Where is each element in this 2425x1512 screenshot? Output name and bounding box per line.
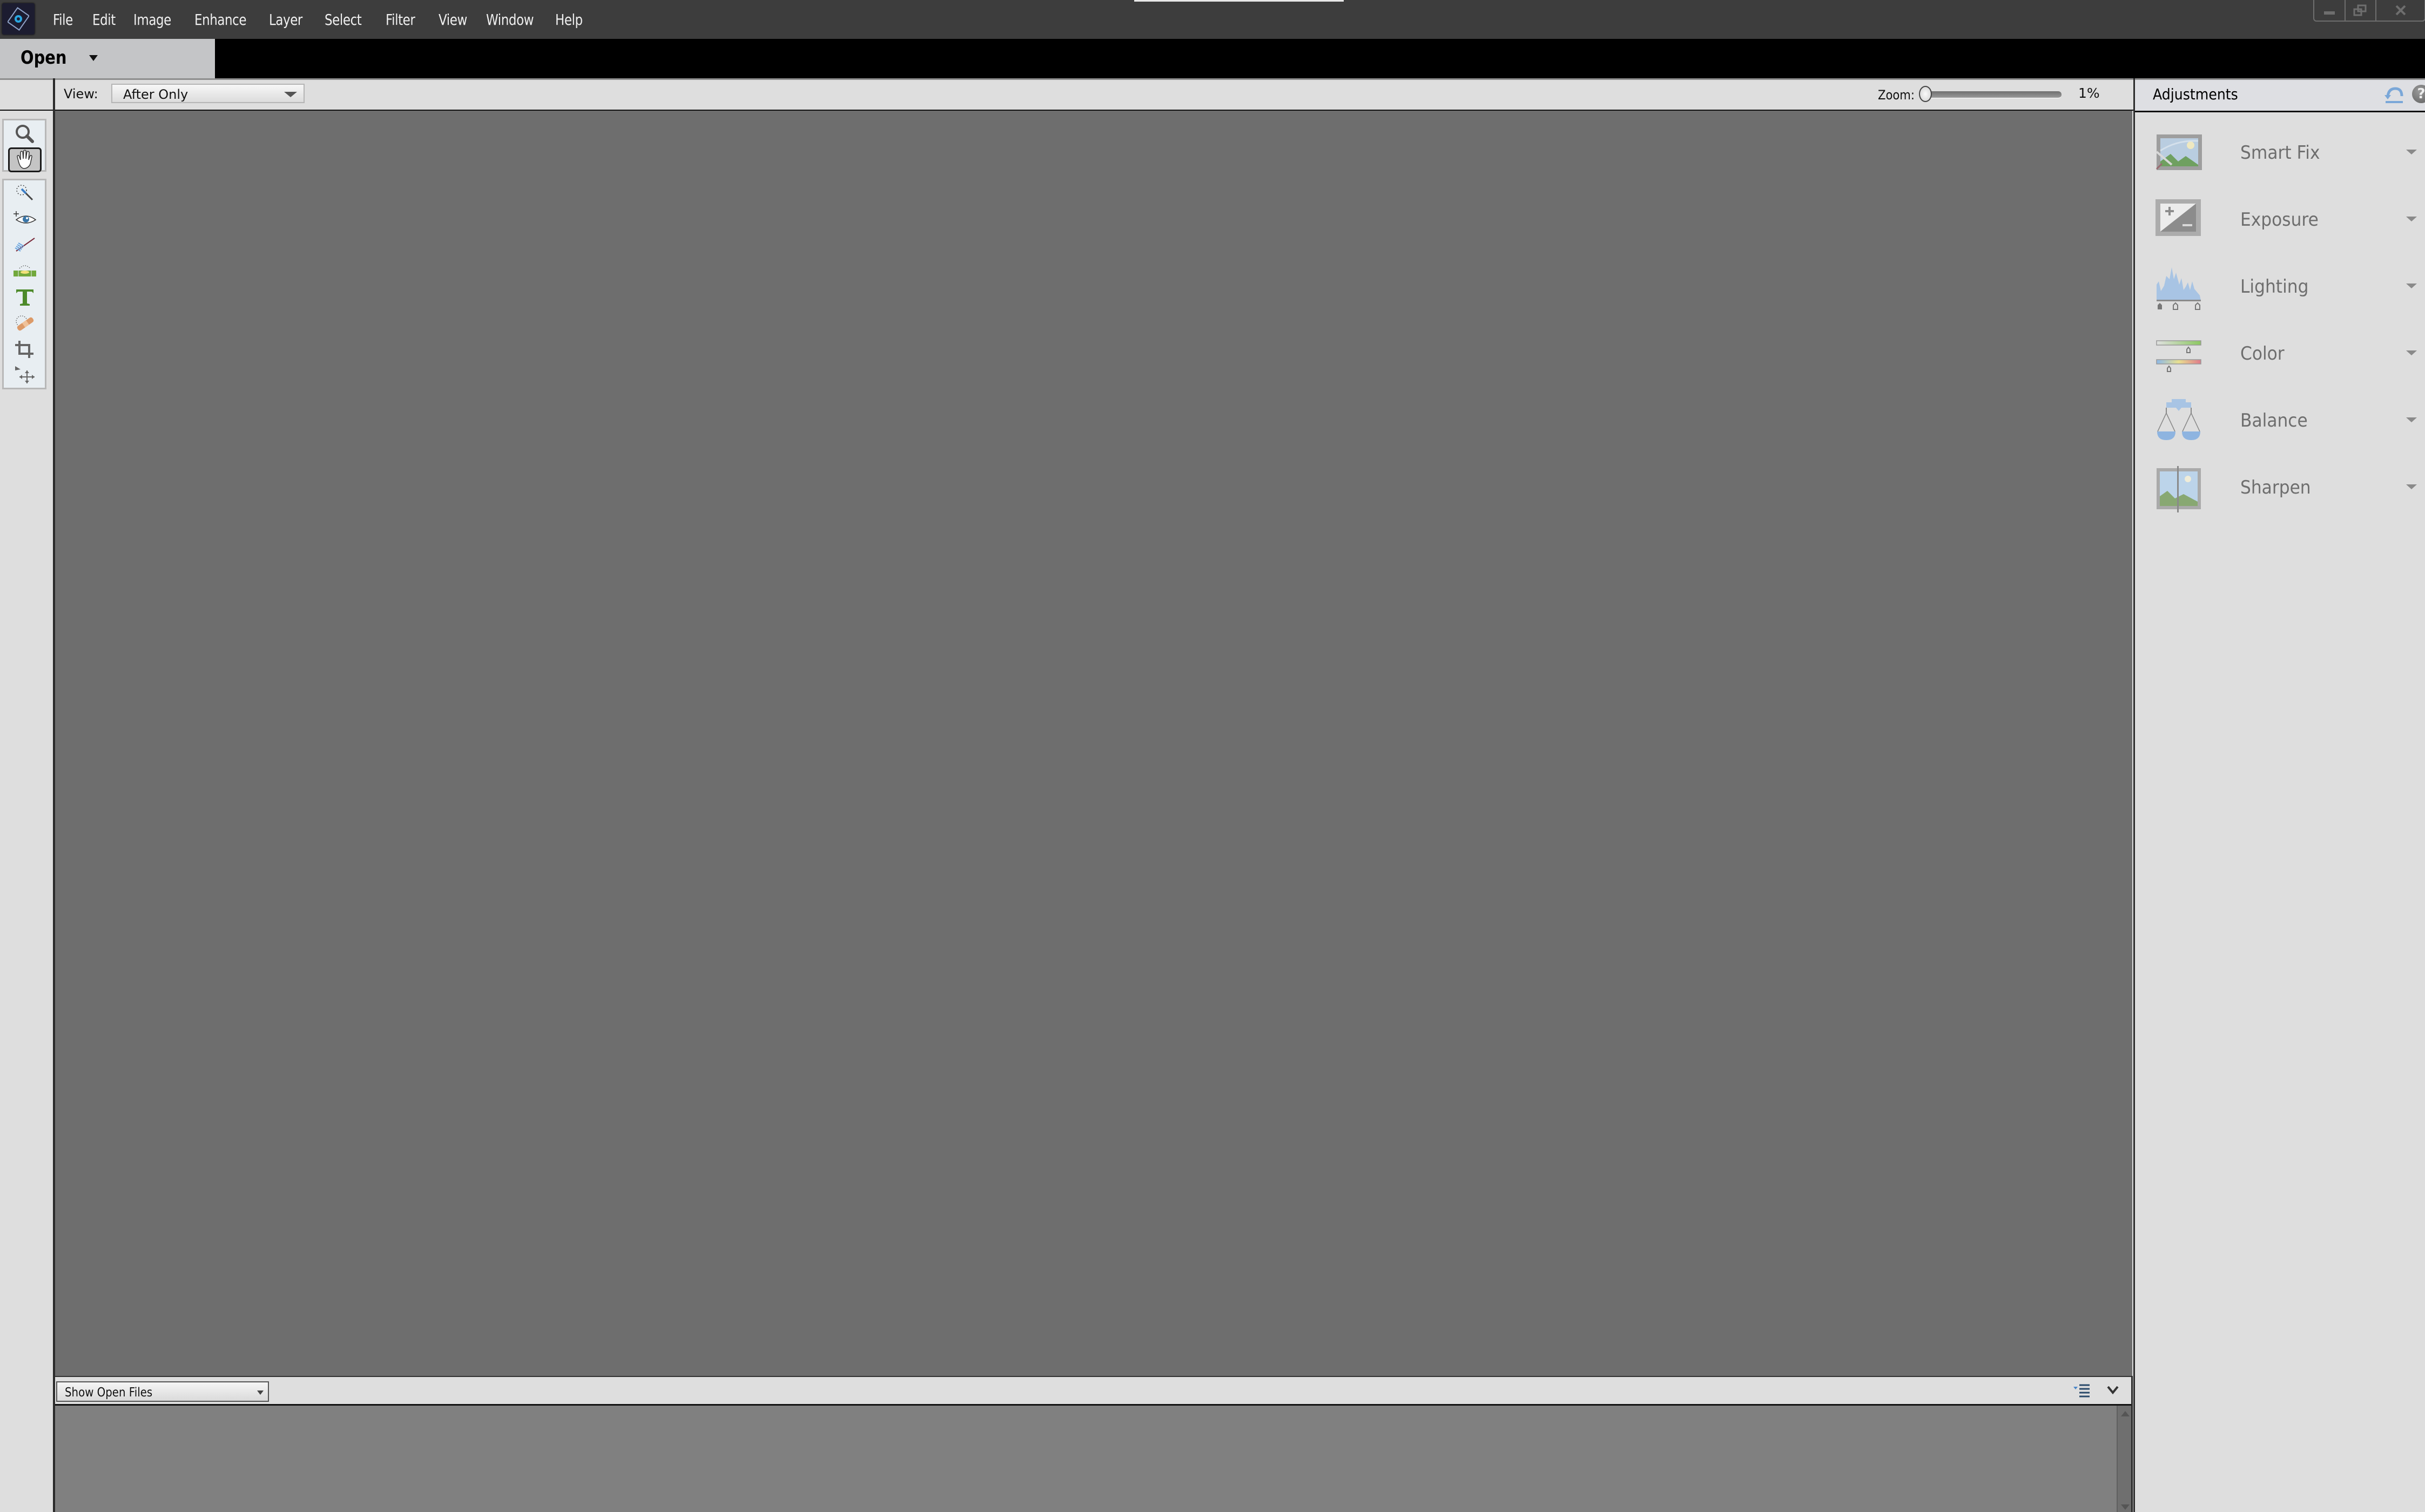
hand-icon <box>17 150 32 169</box>
adjustment-label: Balance <box>2240 410 2308 431</box>
restore-button[interactable] <box>2346 0 2377 21</box>
menu-window[interactable]: Window <box>486 11 535 29</box>
straighten-tool[interactable] <box>8 260 42 280</box>
move-icon <box>15 366 35 383</box>
adjustment-smart-fix[interactable]: Smart Fix <box>2135 122 2425 188</box>
scale-balance-icon <box>2157 399 2200 440</box>
window-controls <box>2313 0 2425 22</box>
adjustment-label: Sharpen <box>2240 477 2311 498</box>
tool-options-bar: View: After Only Zoom: 1% <box>0 78 2133 111</box>
panel-title: Adjustments <box>2153 85 2238 103</box>
level-icon <box>14 265 36 276</box>
minimize-button[interactable] <box>2314 0 2346 21</box>
adjustments-panel: Adjustments ? Smart Fix Exposure Lightin… <box>2133 78 2425 1512</box>
adjustment-label: Lighting <box>2240 276 2309 298</box>
quick-selection-tool[interactable] <box>8 183 42 202</box>
eye-icon <box>14 211 37 224</box>
spot-healing-brush-tool[interactable] <box>8 313 42 334</box>
menu-items: File Edit Image Enhance Layer Select Fil… <box>53 0 587 39</box>
type-tool[interactable] <box>8 286 42 308</box>
hand-tool[interactable] <box>8 147 42 172</box>
menu-select[interactable]: Select <box>325 11 367 29</box>
menu-image[interactable]: Image <box>133 11 176 29</box>
top-drag-tab[interactable] <box>1134 0 1344 2</box>
histogram-icon <box>2157 267 2201 310</box>
chevron-down-icon[interactable] <box>2406 217 2417 221</box>
photo-bin <box>55 1406 2132 1512</box>
adjustment-label: Smart Fix <box>2240 142 2320 164</box>
files-select-value: Show Open Files <box>65 1386 153 1400</box>
bin-options-icon[interactable] <box>2072 1383 2091 1399</box>
view-select-value: After Only <box>123 87 188 102</box>
open-button[interactable]: Open <box>0 39 215 78</box>
photo-bin-bar: Show Open Files <box>55 1376 2132 1406</box>
scroll-down-icon[interactable] <box>2121 1504 2130 1510</box>
zoom-slider-thumb[interactable] <box>1919 86 1932 102</box>
minimize-icon <box>2323 11 2335 15</box>
chevron-down-icon <box>257 1390 264 1395</box>
adjustment-label: Color <box>2240 343 2285 364</box>
magnifier-icon <box>16 125 34 143</box>
adjustment-balance[interactable]: Balance <box>2135 389 2425 456</box>
move-tool[interactable] <box>8 364 42 386</box>
color-sliders-icon <box>2156 340 2201 372</box>
tools-panel <box>0 111 54 1376</box>
quick-selection-icon <box>16 185 33 201</box>
adjustment-label: Exposure <box>2240 209 2319 231</box>
menu-help[interactable]: Help <box>555 11 583 29</box>
menu-layer[interactable]: Layer <box>269 11 307 29</box>
menu-filter[interactable]: Filter <box>386 11 421 29</box>
open-dropdown-caret-icon[interactable] <box>89 55 98 61</box>
close-icon <box>2395 5 2406 16</box>
zoom-tool[interactable] <box>8 123 42 145</box>
crop-tool[interactable] <box>8 339 42 360</box>
image-canvas[interactable] <box>55 111 2132 1376</box>
chevron-down-icon[interactable] <box>2406 284 2417 288</box>
bandage-icon <box>16 315 34 331</box>
red-eye-removal-tool[interactable] <box>8 208 42 228</box>
zoom-value: 1% <box>2078 85 2100 101</box>
scroll-up-icon[interactable] <box>2121 1411 2130 1416</box>
menu-file[interactable]: File <box>53 11 77 29</box>
adjustment-sharpen[interactable]: Sharpen <box>2135 456 2425 523</box>
chevron-down-icon[interactable] <box>2106 1384 2119 1396</box>
menu-enhance[interactable]: Enhance <box>194 11 247 29</box>
menu-edit[interactable]: Edit <box>92 11 118 29</box>
chevron-down-icon[interactable] <box>2406 484 2417 489</box>
chevron-down-icon[interactable] <box>2406 150 2417 154</box>
view-label: View: <box>64 86 98 102</box>
panel-divider <box>2131 1376 2133 1512</box>
chevron-down-icon <box>284 92 297 97</box>
edit-tools-group <box>2 179 46 389</box>
adjustment-exposure[interactable]: Exposure <box>2135 188 2425 255</box>
smart-fix-icon <box>2155 134 2202 170</box>
whiten-teeth-tool[interactable] <box>8 234 42 254</box>
restore-icon <box>2353 4 2367 16</box>
show-open-files-select[interactable]: Show Open Files <box>56 1381 269 1402</box>
exposure-icon <box>2155 199 2201 236</box>
view-select[interactable]: After Only <box>111 84 305 103</box>
zoom-slider-track[interactable] <box>1923 91 2062 98</box>
app-logo-icon[interactable] <box>2 3 35 35</box>
close-button[interactable] <box>2376 0 2424 21</box>
menu-bar: File Edit Image Enhance Layer Select Fil… <box>0 0 2425 39</box>
adjustment-lighting[interactable]: Lighting <box>2135 255 2425 322</box>
photo-bin-scrollbar[interactable] <box>2117 1406 2132 1512</box>
help-icon[interactable]: ? <box>2412 85 2425 103</box>
zoom-label: Zoom: <box>1878 87 1915 103</box>
crop-icon <box>15 341 33 358</box>
view-tools-group <box>2 119 46 172</box>
chevron-down-icon[interactable] <box>2406 417 2417 422</box>
type-icon <box>16 289 33 306</box>
adjustment-color[interactable]: Color <box>2135 322 2425 389</box>
toothbrush-icon <box>15 238 35 252</box>
panel-header: Adjustments ? <box>2135 78 2425 112</box>
sharpen-icon <box>2157 466 2201 512</box>
reset-icon[interactable] <box>2383 85 2405 105</box>
open-bar: Open <box>0 39 2425 78</box>
chevron-down-icon[interactable] <box>2406 350 2417 355</box>
menu-view[interactable]: View <box>439 11 469 29</box>
open-label: Open <box>21 47 67 69</box>
